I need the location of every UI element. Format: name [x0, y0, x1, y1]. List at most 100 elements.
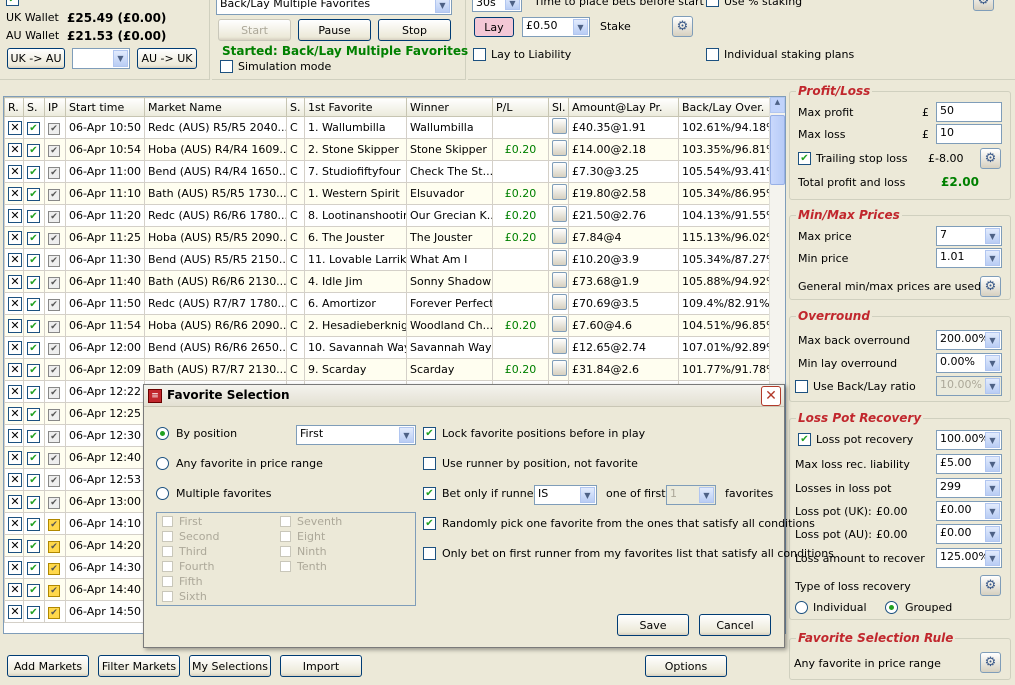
- transfer-amount-combo[interactable]: ▼: [72, 48, 130, 69]
- remove-cell[interactable]: ✕: [4, 116, 24, 139]
- select-cell[interactable]: ✔: [23, 468, 45, 491]
- simulation-checkbox[interactable]: [220, 60, 233, 73]
- first-n-select[interactable]: 1 ▼: [666, 485, 716, 505]
- favorite-checkbox[interactable]: [280, 531, 291, 542]
- au-to-uk-button[interactable]: AU -> UK: [137, 48, 197, 69]
- close-icon[interactable]: ✕: [761, 386, 781, 406]
- remove-cell[interactable]: ✕: [4, 292, 24, 315]
- sl-button[interactable]: [552, 228, 567, 244]
- select-cell[interactable]: ✔: [23, 292, 45, 315]
- max-price-select[interactable]: 7 ▼: [936, 226, 1002, 246]
- close-icon[interactable]: ✕: [8, 274, 22, 289]
- max-loss-input[interactable]: 10: [936, 124, 1002, 144]
- grid-header-cell[interactable]: S.: [286, 97, 305, 117]
- remove-cell[interactable]: ✕: [4, 314, 24, 337]
- select-cell[interactable]: ✔: [23, 600, 45, 623]
- row-checkbox[interactable]: ✔: [27, 319, 40, 333]
- max-profit-input[interactable]: 50: [936, 102, 1002, 122]
- select-cell[interactable]: ✔: [23, 226, 45, 249]
- row-checkbox[interactable]: ✔: [27, 363, 40, 377]
- min-lay-select[interactable]: 0.00% ▼: [936, 353, 1002, 373]
- favorite-checkbox[interactable]: [162, 531, 173, 542]
- stake-gear-icon[interactable]: ⚙: [672, 16, 693, 37]
- stake-select[interactable]: £0.50 ▼: [522, 17, 590, 37]
- sl-cell[interactable]: [548, 204, 569, 227]
- favorite-checkbox[interactable]: [162, 546, 173, 557]
- select-cell[interactable]: ✔: [23, 358, 45, 381]
- remove-cell[interactable]: ✕: [4, 490, 24, 513]
- remove-cell[interactable]: ✕: [4, 578, 24, 601]
- cancel-button[interactable]: Cancel: [699, 614, 771, 636]
- loss-recovery-select[interactable]: 100.00% ▼: [936, 430, 1002, 450]
- favorite-checkbox[interactable]: [162, 576, 173, 587]
- favorite-checkbox[interactable]: [280, 546, 291, 557]
- dialog-titlebar[interactable]: ≡ Favorite Selection ✕: [144, 385, 784, 407]
- row-checkbox[interactable]: ✔: [27, 561, 40, 575]
- table-row[interactable]: ✕ ✔ ✔ 06-Apr 11:20 Redc (AUS) R6/R6 1780... C…: [4, 204, 771, 227]
- sl-button[interactable]: [552, 206, 567, 222]
- random-pick-checkbox[interactable]: ✔: [423, 517, 436, 530]
- grid-header-cell[interactable]: S.: [23, 97, 45, 117]
- sl-cell[interactable]: [548, 226, 569, 249]
- close-icon[interactable]: ✕: [8, 538, 22, 553]
- row-checkbox[interactable]: ✔: [27, 539, 40, 553]
- table-row[interactable]: ✕ ✔ ✔ 06-Apr 11:30 Bend (AUS) R5/R5 2150... C…: [4, 248, 771, 271]
- sl-cell[interactable]: [548, 160, 569, 183]
- select-cell[interactable]: ✔: [23, 512, 45, 535]
- sl-button[interactable]: [552, 316, 567, 332]
- sl-cell[interactable]: [548, 358, 569, 381]
- minmax-gear-icon[interactable]: ⚙: [980, 276, 1001, 297]
- pause-button[interactable]: Pause: [298, 19, 371, 41]
- trailing-gear-icon[interactable]: ⚙: [980, 148, 1001, 169]
- sl-cell[interactable]: [548, 292, 569, 315]
- grid-header-cell[interactable]: Start time: [65, 97, 145, 117]
- sl-button[interactable]: [552, 162, 567, 178]
- select-cell[interactable]: ✔: [23, 578, 45, 601]
- select-cell[interactable]: ✔: [23, 138, 45, 161]
- remove-cell[interactable]: ✕: [4, 556, 24, 579]
- grid-header-cell[interactable]: R.: [4, 97, 24, 117]
- is-select[interactable]: IS ▼: [534, 485, 597, 505]
- row-checkbox[interactable]: ✔: [27, 385, 40, 399]
- sl-cell[interactable]: [548, 314, 569, 337]
- sl-button[interactable]: [552, 184, 567, 200]
- row-checkbox[interactable]: ✔: [27, 275, 40, 289]
- remove-cell[interactable]: ✕: [4, 204, 24, 227]
- table-row[interactable]: ✕ ✔ ✔ 06-Apr 12:00 Bend (AUS) R6/R6 2650... C…: [4, 336, 771, 359]
- remove-cell[interactable]: ✕: [4, 226, 24, 249]
- remove-cell[interactable]: ✕: [4, 600, 24, 623]
- losses-select[interactable]: 299 ▼: [936, 478, 1002, 498]
- options-button[interactable]: Options: [645, 655, 727, 677]
- scroll-thumb[interactable]: [770, 115, 785, 185]
- table-row[interactable]: ✕ ✔ ✔ 06-Apr 11:25 Hoba (AUS) R5/R5 2090... C…: [4, 226, 771, 249]
- row-checkbox[interactable]: ✔: [27, 429, 40, 443]
- grid-header-cell[interactable]: Amount@Lay Pr.: [568, 97, 679, 117]
- select-cell[interactable]: ✔: [23, 534, 45, 557]
- sl-button[interactable]: [552, 250, 567, 266]
- row-checkbox[interactable]: ✔: [27, 451, 40, 465]
- trailing-stop-checkbox[interactable]: ✔: [798, 152, 811, 165]
- close-icon[interactable]: ✕: [8, 318, 22, 333]
- table-row[interactable]: ✕ ✔ ✔ 06-Apr 12:09 Bath (AUS) R7/R7 2130... C…: [4, 358, 771, 381]
- sl-button[interactable]: [552, 272, 567, 288]
- loss-recovery-checkbox[interactable]: ✔: [798, 433, 811, 446]
- grid-header-cell[interactable]: P/L: [492, 97, 549, 117]
- sl-button[interactable]: [552, 360, 567, 376]
- lay-button[interactable]: Lay: [474, 17, 514, 37]
- close-icon[interactable]: ✕: [8, 604, 22, 619]
- table-row[interactable]: ✕ ✔ ✔ 06-Apr 11:00 Bend (AUS) R4/R4 1650... C…: [4, 160, 771, 183]
- top-checkbox[interactable]: ✔: [6, 0, 19, 6]
- sl-cell[interactable]: [548, 248, 569, 271]
- loss-type-gear-icon[interactable]: ⚙: [980, 575, 1001, 596]
- individual-radio[interactable]: [795, 601, 808, 614]
- fav-rule-gear-icon[interactable]: ⚙: [980, 652, 1001, 673]
- row-checkbox[interactable]: ✔: [27, 143, 40, 157]
- remove-cell[interactable]: ✕: [4, 358, 24, 381]
- pct-staking-checkbox[interactable]: [706, 0, 719, 7]
- close-icon[interactable]: ✕: [8, 208, 22, 223]
- remove-cell[interactable]: ✕: [4, 512, 24, 535]
- ratio-select[interactable]: 10.00% ▼: [936, 376, 1002, 396]
- back-lay-ratio-checkbox[interactable]: [795, 380, 808, 393]
- stop-button[interactable]: Stop: [378, 19, 451, 41]
- close-icon[interactable]: ✕: [8, 340, 22, 355]
